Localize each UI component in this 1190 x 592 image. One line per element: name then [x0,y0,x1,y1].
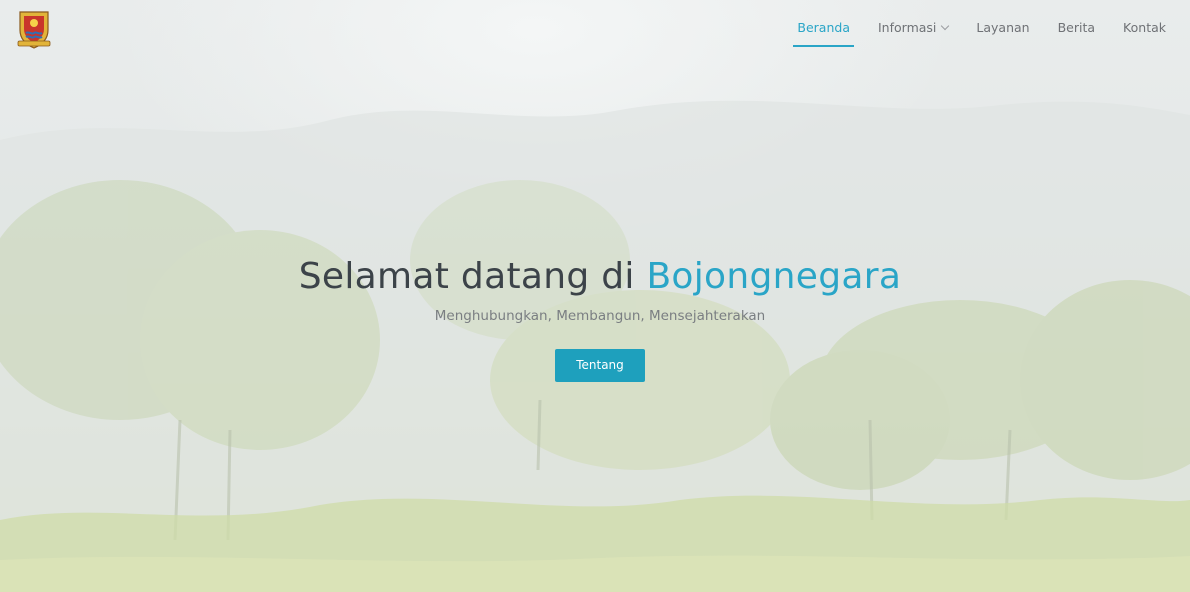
main-nav: Beranda Informasi Layanan Berita Kontak [783,0,1180,56]
hero-subtitle: Menghubungkan, Membangun, Mensejahteraka… [434,308,766,324]
hero-content: Selamat datang di Bojongnegara Menghubun… [0,252,1190,382]
hero-title: Selamat datang di Bojongnegara [0,252,1190,302]
nav-item-home[interactable]: Beranda [783,0,864,56]
hero-title-highlight: Bojongnegara [646,256,902,297]
nav-item-contact[interactable]: Kontak [1109,0,1180,56]
site-header: Beranda Informasi Layanan Berita Kontak [0,0,1190,56]
nav-item-news[interactable]: Berita [1044,0,1109,56]
nav-item-services[interactable]: Layanan [962,0,1043,56]
nav-item-info-label: Informasi [878,20,937,35]
chevron-down-icon [941,21,950,31]
hero-section: Beranda Informasi Layanan Berita Kontak … [0,0,1190,592]
hero-title-prefix: Selamat datang di [298,256,635,297]
regency-crest-icon[interactable] [14,8,54,50]
nav-item-info[interactable]: Informasi [864,0,962,56]
about-button[interactable]: Tentang [555,349,645,382]
